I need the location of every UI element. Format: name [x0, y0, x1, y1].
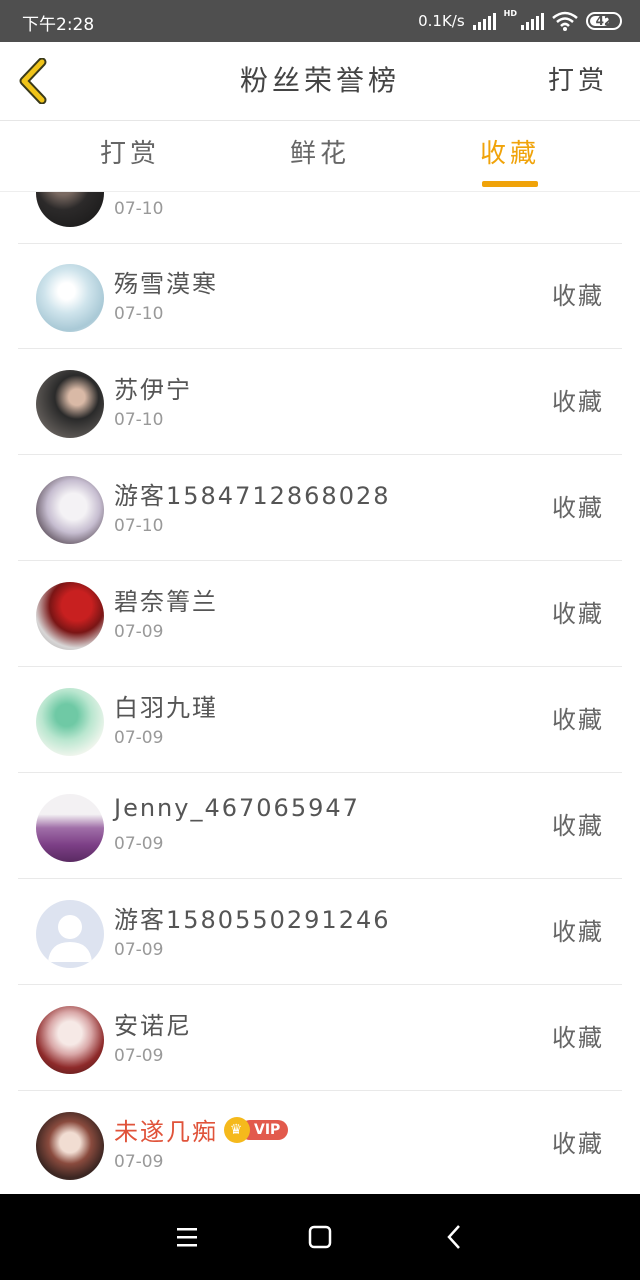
- default-avatar-icon: [48, 915, 92, 962]
- status-icons: 0.1K/s HD 42: [418, 9, 622, 33]
- system-nav-bar: [0, 1194, 640, 1280]
- tab-reward[interactable]: 打赏: [70, 121, 190, 191]
- user-name: 白羽九瑾: [114, 694, 218, 722]
- network-speed: 0.1K/s: [418, 12, 465, 30]
- favorite-label: 收藏: [552, 388, 604, 416]
- favorite-label: 收藏: [552, 1130, 604, 1158]
- wifi-icon: [552, 11, 578, 31]
- user-name: 碧奈箐兰: [114, 588, 218, 616]
- list-item[interactable]: 白羽九瑾 07-09 收藏: [18, 668, 622, 773]
- menu-icon: [177, 1228, 197, 1247]
- avatar: [36, 264, 104, 332]
- user-name: Jenny_467065947: [114, 794, 360, 822]
- item-date: 07-10: [114, 199, 164, 219]
- app-header: 粉丝荣誉榜 打赏: [0, 42, 640, 121]
- favorite-label: 收藏: [552, 494, 604, 522]
- favorite-label: 收藏: [552, 600, 604, 628]
- item-date: 07-10: [114, 410, 164, 430]
- fan-list[interactable]: 07-10 收藏 殇雪漠寒 07-10 收藏 苏伊宁 07-10 收藏 游客15…: [0, 192, 640, 1194]
- home-square-icon: [308, 1225, 332, 1249]
- favorite-label: 收藏: [552, 812, 604, 840]
- avatar: [36, 794, 104, 862]
- signal-icon-2: [521, 12, 544, 30]
- tab-bar: 打赏 鲜花 收藏: [0, 121, 640, 192]
- tab-flowers[interactable]: 鲜花: [260, 121, 380, 191]
- item-date: 07-09: [114, 1046, 164, 1066]
- active-tab-indicator: [482, 181, 538, 187]
- page-title: 粉丝荣誉榜: [239, 64, 400, 97]
- list-item[interactable]: 苏伊宁 07-10 收藏: [18, 350, 622, 455]
- avatar: [36, 476, 104, 544]
- hd-label: HD: [503, 9, 517, 18]
- avatar: [36, 900, 104, 968]
- user-name: 未遂几痴 ♛ VIP: [114, 1112, 289, 1147]
- item-date: 07-10: [114, 304, 164, 324]
- back-triangle-icon: [447, 1225, 460, 1249]
- list-item[interactable]: Jenny_467065947 07-09 收藏: [18, 774, 622, 879]
- user-name: 殇雪漠寒: [114, 270, 218, 298]
- list-item[interactable]: 碧奈箐兰 07-09 收藏: [18, 562, 622, 667]
- nav-back-button[interactable]: [437, 1220, 471, 1254]
- avatar: [36, 1006, 104, 1074]
- item-date: 07-09: [114, 940, 164, 960]
- item-date: 07-09: [114, 834, 164, 854]
- status-bar: 下午2:28 0.1K/s HD 42: [0, 0, 640, 42]
- favorite-label: 收藏: [552, 282, 604, 310]
- item-date: 07-10: [114, 516, 164, 536]
- signal-icon: [472, 12, 496, 30]
- list-item[interactable]: 未遂几痴 ♛ VIP 07-09 收藏: [18, 1092, 622, 1194]
- favorite-label: 收藏: [552, 1024, 604, 1052]
- user-name: 安诺尼: [114, 1012, 192, 1040]
- vip-badge: ♛ VIP: [224, 1117, 289, 1143]
- menu-button[interactable]: [170, 1220, 204, 1254]
- list-item[interactable]: 07-10 收藏: [18, 192, 622, 244]
- favorite-label: 收藏: [552, 918, 604, 946]
- battery-icon: 42: [586, 12, 622, 30]
- user-name-text: 未遂几痴: [114, 1118, 218, 1146]
- item-date: 07-09: [114, 1152, 164, 1172]
- avatar: [36, 582, 104, 650]
- item-date: 07-09: [114, 728, 164, 748]
- battery-level: 42: [595, 14, 613, 28]
- status-time: 下午2:28: [22, 15, 95, 35]
- favorite-label: 收藏: [552, 706, 604, 734]
- item-date: 07-09: [114, 622, 164, 642]
- list-item[interactable]: 安诺尼 07-09 收藏: [18, 986, 622, 1091]
- user-name: 游客1580550291246: [114, 906, 391, 934]
- reward-button[interactable]: 打赏: [548, 42, 608, 120]
- avatar: [36, 192, 104, 227]
- home-button[interactable]: [303, 1220, 337, 1254]
- avatar: [36, 370, 104, 438]
- list-item[interactable]: 殇雪漠寒 07-10 收藏: [18, 244, 622, 349]
- user-name: 游客1584712868028: [114, 482, 391, 510]
- list-item[interactable]: 游客1580550291246 07-09 收藏: [18, 880, 622, 985]
- user-name: 苏伊宁: [114, 376, 192, 404]
- crown-icon: ♛: [224, 1117, 250, 1143]
- avatar: [36, 1112, 104, 1180]
- list-item[interactable]: 游客1584712868028 07-10 收藏: [18, 456, 622, 561]
- avatar: [36, 688, 104, 756]
